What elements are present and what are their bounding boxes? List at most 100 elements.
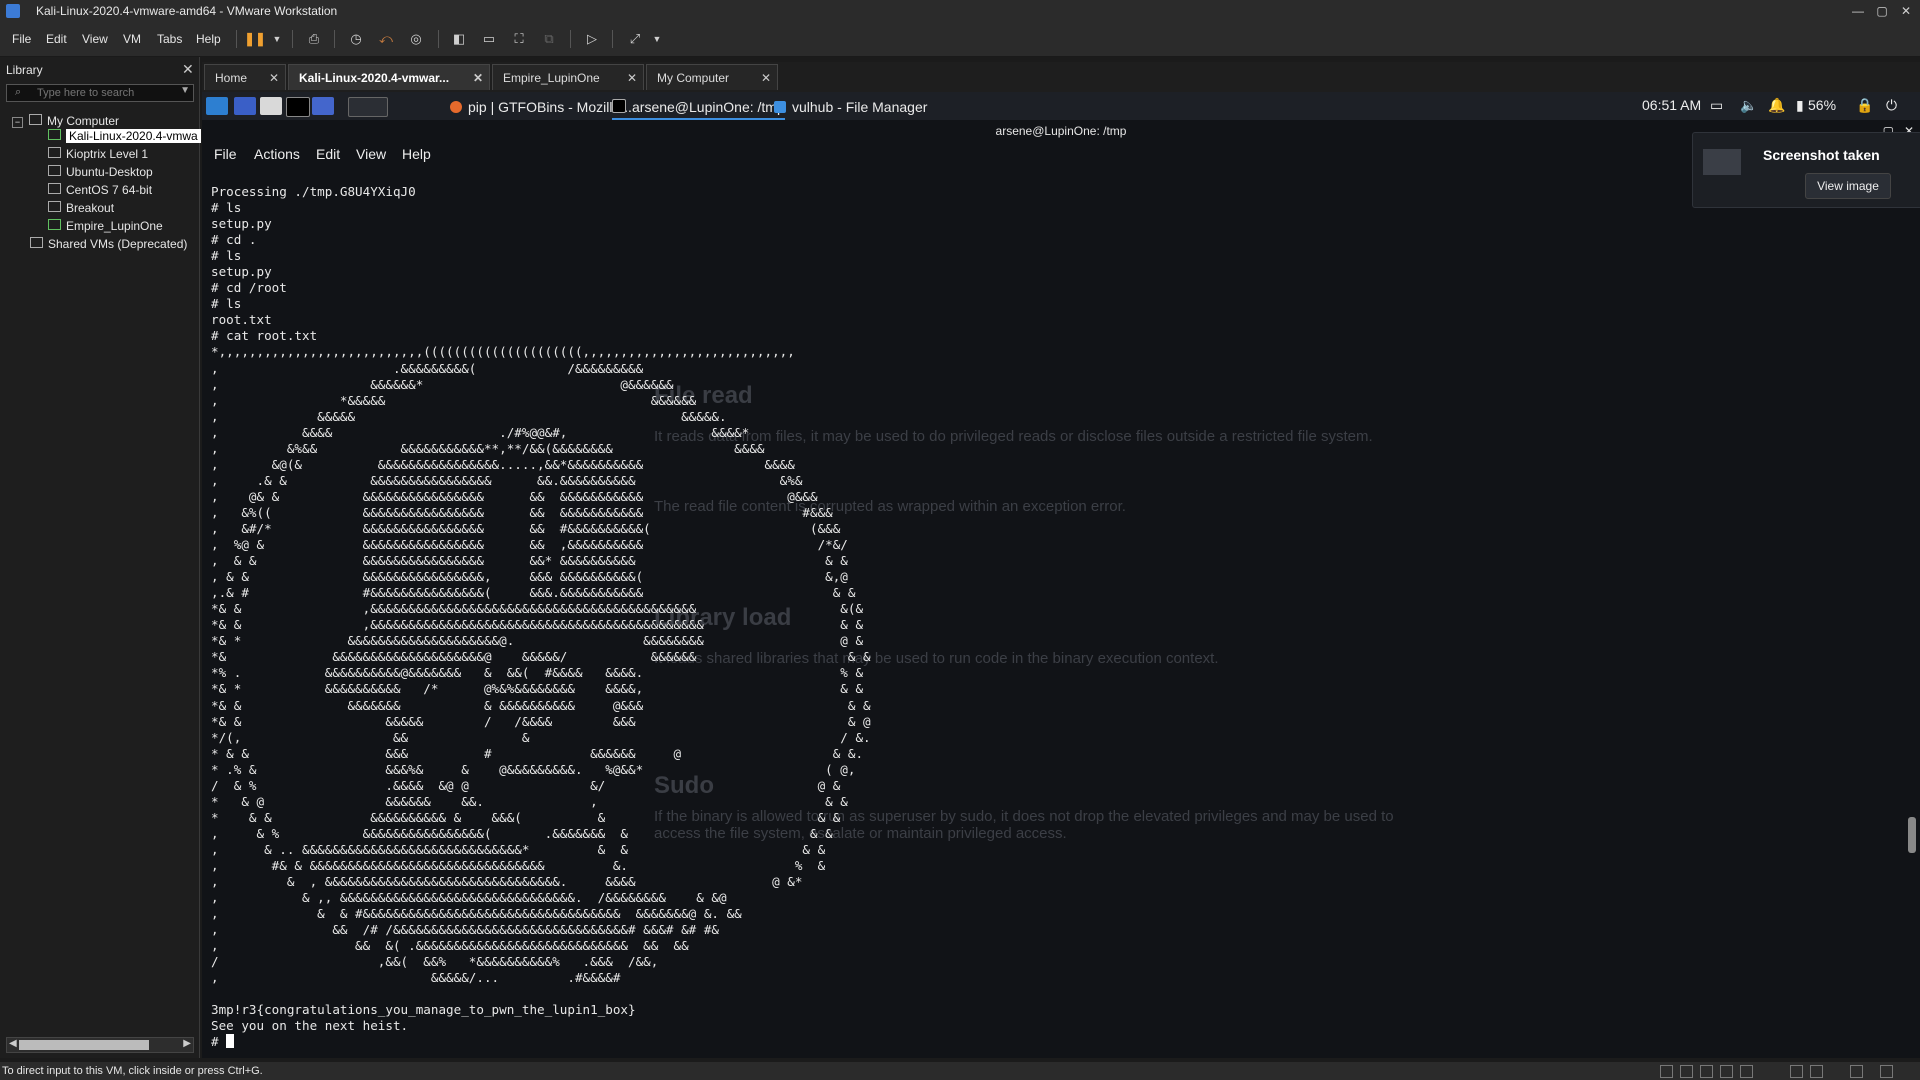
- device-icon[interactable]: [1660, 1065, 1673, 1078]
- menu-vm[interactable]: VM: [123, 32, 141, 46]
- terminal-line: Processing ./tmp.G8U4YXiqJ0: [211, 184, 416, 199]
- terminal-line: , &&&&&&* @&&&&&&: [211, 376, 674, 392]
- tree-vm-centos[interactable]: CentOS 7 64-bit: [48, 181, 152, 199]
- terminal-menu-file[interactable]: File: [214, 146, 237, 162]
- printer-icon[interactable]: [1790, 1065, 1803, 1078]
- terminal-output[interactable]: Processing ./tmp.G8U4YXiqJ0 # ls setup.p…: [211, 184, 1361, 1054]
- stretch-guest-icon[interactable]: ⤢: [624, 28, 646, 50]
- sound-icon[interactable]: [1740, 1065, 1753, 1078]
- terminal-icon[interactable]: [286, 97, 310, 117]
- scroll-right-icon[interactable]: ▶: [183, 1038, 191, 1049]
- network-icon[interactable]: [1700, 1065, 1713, 1078]
- tab-home[interactable]: Home ✕: [204, 64, 286, 90]
- task-file-manager[interactable]: vulhub - File Manager: [774, 96, 927, 118]
- close-icon[interactable]: ✕: [182, 61, 194, 78]
- terminal-line: *& * &&&&&&&&&&&&&&&&&&&&@. &&&&&&&& @ &: [211, 633, 864, 649]
- menu-file[interactable]: File: [12, 32, 31, 46]
- thumbnail-bar-icon[interactable]: ▭: [478, 28, 500, 50]
- volume-icon[interactable]: 🔈: [1740, 97, 1757, 114]
- library-toggle-icon[interactable]: ◧: [448, 28, 470, 50]
- search-icon: ⌕: [15, 86, 22, 98]
- tree-shared-vms[interactable]: Shared VMs (Deprecated): [30, 235, 187, 253]
- tab-empire-lupinone[interactable]: Empire_LupinOne ✕: [492, 64, 644, 90]
- terminal-menu-edit[interactable]: Edit: [316, 146, 340, 162]
- scrollbar-thumb[interactable]: [19, 1040, 149, 1050]
- terminal-line: , & , &&&&&&&&&&&&&&&&&&&&&&&&&&&&&&&. &…: [211, 874, 803, 890]
- menu-tabs[interactable]: Tabs: [157, 32, 182, 46]
- snapshot-icon[interactable]: ◷: [345, 28, 367, 50]
- terminal-line: setup.py: [211, 216, 272, 232]
- display-icon[interactable]: [1810, 1065, 1823, 1078]
- firefox-icon: [450, 101, 462, 113]
- tree-vm-kioptrix[interactable]: Kioptrix Level 1: [48, 145, 148, 163]
- search-input[interactable]: [37, 85, 177, 101]
- power-icon[interactable]: ⏻: [1886, 97, 1897, 114]
- terminal-menu-help[interactable]: Help: [402, 146, 431, 162]
- vm-display[interactable]: File read It reads data from files, it m…: [202, 92, 1920, 1058]
- vmware-logo-icon: [6, 4, 20, 18]
- terminal-line: , && /# /&&&&&&&&&&&&&&&&&&&&&&&&&&&&&&&…: [211, 922, 719, 938]
- close-tab-icon[interactable]: ✕: [473, 65, 483, 91]
- terminal-menu-view[interactable]: View: [356, 146, 386, 162]
- show-desktop-icon[interactable]: [234, 97, 256, 115]
- usb-icon[interactable]: [1720, 1065, 1733, 1078]
- library-panel: Library ✕ ⌕ ▼ − My Computer Kali-Linux-20…: [0, 57, 201, 1058]
- tab-my-computer[interactable]: My Computer ✕: [646, 64, 778, 90]
- browser-icon[interactable]: [312, 97, 334, 115]
- fullscreen-icon[interactable]: [1880, 1065, 1893, 1078]
- menu-help[interactable]: Help: [196, 32, 221, 46]
- battery-icon[interactable]: ▮: [1796, 97, 1804, 114]
- clock[interactable]: 06:51 AM: [1642, 97, 1701, 113]
- send-keys-icon[interactable]: ⎙: [303, 28, 325, 50]
- screenshot-thumbnail: [1703, 149, 1741, 175]
- terminal-line: , %@ & &&&&&&&&&&&&&&&& && ,&&&&&&&&&& /…: [211, 537, 848, 553]
- library-scrollbar[interactable]: ◀ ▶: [6, 1037, 194, 1053]
- device-icon[interactable]: [1680, 1065, 1693, 1078]
- terminal-icon: [612, 99, 626, 113]
- snapshot-manager-icon[interactable]: ◎: [405, 28, 427, 50]
- task-terminal[interactable]: arsene@LupinOne: /tmp: [612, 96, 785, 120]
- close-tab-icon[interactable]: ✕: [627, 65, 637, 91]
- unity-icon[interactable]: ⧉: [538, 28, 560, 50]
- close-button[interactable]: ✕: [1896, 2, 1916, 20]
- fullscreen-icon[interactable]: ⛶: [508, 28, 530, 50]
- view-image-button[interactable]: View image: [1805, 173, 1891, 199]
- tree-label: Shared VMs (Deprecated): [48, 237, 188, 251]
- chevron-down-icon[interactable]: ▼: [180, 85, 190, 96]
- file-manager-icon[interactable]: [260, 97, 282, 115]
- revert-snapshot-icon[interactable]: ⤺: [375, 28, 397, 50]
- menu-view[interactable]: View: [82, 32, 108, 46]
- maximize-button[interactable]: ▢: [1872, 2, 1892, 20]
- terminal-line: , .& & &&&&&&&&&&&&&&&& &&.&&&&&&&&&& &%…: [211, 472, 803, 488]
- scroll-left-icon[interactable]: ◀: [9, 1038, 17, 1049]
- menu-edit[interactable]: Edit: [46, 32, 67, 46]
- tree-vm-ubuntu[interactable]: Ubuntu-Desktop: [48, 163, 153, 181]
- terminal-scrollbar-thumb[interactable]: [1908, 817, 1916, 853]
- tree-vm-breakout[interactable]: Breakout: [48, 199, 114, 217]
- terminal-line: # cd /root: [211, 280, 287, 296]
- close-tab-icon[interactable]: ✕: [761, 65, 771, 91]
- notification-bell-icon[interactable]: 🔔: [1768, 97, 1785, 114]
- console-view-icon[interactable]: ▷: [581, 28, 603, 50]
- chevron-down-icon[interactable]: ▼: [266, 28, 288, 50]
- tree-vm-kali[interactable]: Kali-Linux-2020.4-vmwa: [48, 127, 201, 145]
- chevron-down-icon[interactable]: ▼: [646, 28, 668, 50]
- task-firefox[interactable]: pip | GTFOBins - Mozilla...: [450, 96, 632, 118]
- close-tab-icon[interactable]: ✕: [269, 65, 279, 91]
- terminal-line: ,.& # #&&&&&&&&&&&&&&&( &&&.&&&&&&&&&&& …: [211, 585, 856, 601]
- minimize-button[interactable]: —: [1848, 2, 1868, 20]
- tree-label: My Computer: [47, 114, 120, 128]
- terminal-menu-actions[interactable]: Actions: [254, 146, 300, 162]
- workspace-switcher[interactable]: [348, 97, 388, 117]
- display-icon[interactable]: ▭: [1710, 97, 1723, 114]
- collapse-icon[interactable]: −: [12, 117, 23, 128]
- message-icon[interactable]: [1850, 1065, 1863, 1078]
- library-search[interactable]: ⌕ ▼: [6, 84, 194, 102]
- lock-icon[interactable]: 🔒: [1856, 97, 1873, 114]
- tree-vm-empire[interactable]: Empire_LupinOne: [48, 217, 163, 235]
- kali-menu-icon[interactable]: [206, 97, 228, 115]
- tab-kali[interactable]: Kali-Linux-2020.4-vmwar... ✕: [288, 64, 490, 90]
- terminal-line: , &&&& ./#%@@&#, &&&&*: [211, 424, 750, 440]
- tree-label: CentOS 7 64-bit: [66, 183, 153, 197]
- pause-icon[interactable]: ❚❚: [244, 28, 266, 50]
